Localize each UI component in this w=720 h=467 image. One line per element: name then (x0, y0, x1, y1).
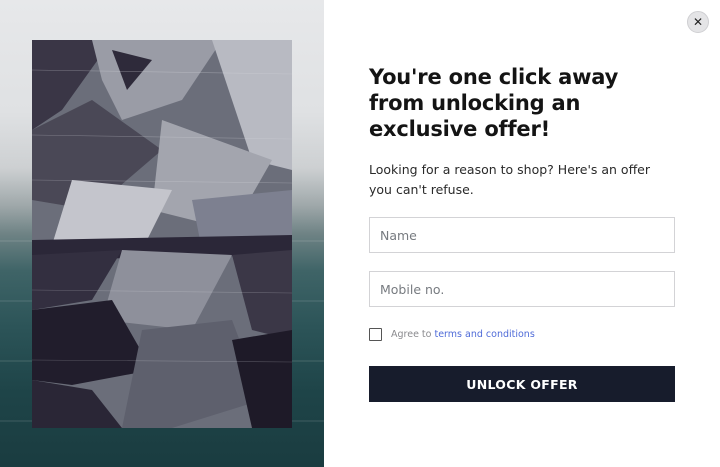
offer-headline: You're one click away from unlocking an … (369, 65, 619, 141)
terms-agreement-row: Agree to terms and conditions (369, 327, 535, 341)
name-input[interactable] (369, 217, 675, 253)
offer-subtext: Looking for a reason to shop? Here's an … (369, 162, 651, 197)
abstract-artwork-graphic (32, 40, 292, 428)
abstract-artwork (32, 40, 292, 428)
agree-checkbox[interactable] (369, 327, 382, 341)
terms-link[interactable]: terms and conditions (434, 329, 534, 340)
unlock-offer-button[interactable]: UNLOCK OFFER (369, 366, 675, 402)
mobile-input[interactable] (369, 271, 675, 307)
hero-image-panel (0, 0, 324, 467)
close-icon: ✕ (692, 15, 704, 29)
close-button[interactable]: ✕ (687, 11, 709, 33)
agree-label: Agree to (391, 328, 432, 340)
